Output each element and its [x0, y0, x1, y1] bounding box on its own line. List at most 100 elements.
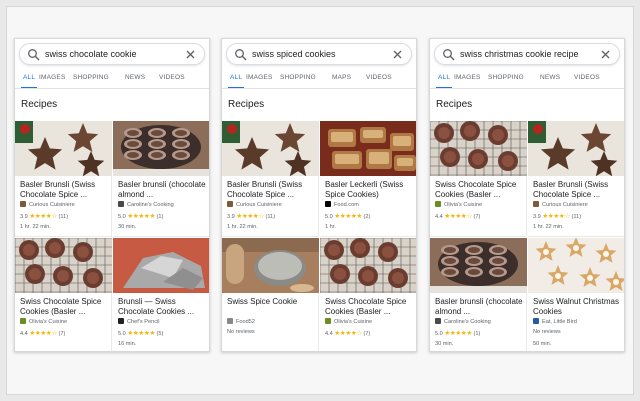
search-query[interactable]: swiss spiced cookies [252, 49, 336, 59]
review-count: (2) [363, 214, 371, 220]
close-icon[interactable] [598, 47, 613, 62]
recipe-title[interactable]: Basler brunsli (chocolate almond ... [118, 180, 208, 199]
recipe-card[interactable]: Basler Brunsli (Swiss Chocolate Spice ..… [222, 121, 319, 237]
source-name: Curious Cuisiniere [542, 202, 588, 208]
recipe-image-cookies-foil[interactable] [113, 238, 209, 293]
tab-shopping[interactable]: SHOPPING [488, 74, 524, 81]
source-name: Food52 [236, 319, 255, 325]
source-name: Olivia's Cuisine [334, 319, 373, 325]
recipe-card[interactable]: Swiss Spice Cookie Food52 No reviews [222, 238, 319, 351]
tab-videos[interactable]: VIDEOS [159, 74, 185, 81]
search-bar[interactable]: swiss chocolate cookie [19, 43, 205, 65]
recipe-image-brunsli-star-cookies[interactable] [528, 121, 624, 176]
recipe-card[interactable]: Basler Brunsli (Swiss Chocolate Spice ..… [528, 121, 624, 237]
source-favicon-icon [118, 201, 124, 207]
recipe-image-brunsli-cooling-rack[interactable] [15, 238, 112, 293]
recipe-rating: 3.9 ★★★★☆ (11) [227, 212, 275, 220]
recipe-title[interactable]: Swiss Spice Cookie [227, 297, 317, 316]
recipe-image-brunsli-cooling-rack[interactable] [430, 121, 527, 176]
recipe-title[interactable]: Basler Leckerli (Swiss Spice Cookies) [325, 180, 415, 199]
no-reviews-text: No reviews [227, 329, 255, 335]
recipe-title[interactable]: Basler Brunsli (Swiss Chocolate Spice ..… [227, 180, 317, 199]
recipe-card[interactable]: Swiss Chocolate Spice Cookies (Basler ..… [15, 238, 112, 351]
recipe-card[interactable]: Swiss Walnut Christmas Cookies Eat, Litt… [528, 238, 624, 351]
source-favicon-icon [118, 318, 124, 324]
rating-value: 5.0 [118, 331, 126, 337]
tab-shopping[interactable]: SHOPPING [73, 74, 109, 81]
recipes-heading: Recipes [21, 99, 58, 110]
phone-search-result: swiss chocolate cookie ALL IMAGES SHOPPING… [14, 38, 210, 352]
recipe-image-leckerli-pieces[interactable] [320, 121, 416, 176]
source-name: Eat, Little Bird [542, 319, 577, 325]
recipe-image-walnut-star-cookies[interactable] [528, 238, 624, 293]
recipe-rating: 3.9 ★★★★☆ (11) [20, 212, 68, 220]
recipe-grid: Basler Brunsli (Swiss Chocolate Spice ..… [15, 121, 209, 351]
tab-videos[interactable]: VIDEOS [574, 74, 600, 81]
recipe-image-cookie-tin[interactable] [222, 238, 319, 293]
cook-time: 50 min. [533, 341, 552, 347]
tab-images[interactable]: IMAGES [246, 74, 272, 81]
recipe-title[interactable]: Swiss Chocolate Spice Cookies (Basler ..… [435, 180, 525, 199]
review-count: (11) [58, 214, 69, 220]
recipe-image-brunsli-star-cookies[interactable] [15, 121, 112, 176]
recipe-title[interactable]: Basler brunsli (chocolate almond ... [435, 297, 525, 316]
tab-news[interactable]: NEWS [125, 74, 145, 81]
rating-value: 4.4 [435, 214, 443, 220]
rating-value: 4.4 [325, 331, 333, 337]
recipe-title[interactable]: Swiss Chocolate Spice Cookies (Basler ..… [325, 297, 415, 316]
recipe-card[interactable]: Brunsli — Swiss Chocolate Cookies ... Ch… [113, 238, 209, 351]
recipe-image-brunsli-plate[interactable] [113, 121, 209, 176]
source-name: Curious Cuisiniere [236, 202, 282, 208]
source-favicon-icon [533, 201, 539, 207]
recipe-card[interactable]: Basler brunsli (chocolate almond ... Car… [113, 121, 209, 237]
recipe-image-brunsli-star-cookies[interactable] [222, 121, 319, 176]
tab-videos[interactable]: VIDEOS [366, 74, 392, 81]
review-count: (11) [265, 214, 276, 220]
recipe-title[interactable]: Brunsli — Swiss Chocolate Cookies ... [118, 297, 208, 316]
review-count: (1) [156, 214, 164, 220]
tab-all[interactable]: ALL [438, 74, 450, 81]
tab-all[interactable]: ALL [23, 74, 35, 81]
recipe-title[interactable]: Basler Brunsli (Swiss Chocolate Spice ..… [20, 180, 110, 199]
recipe-source: Chef's Pencil [118, 318, 208, 328]
recipe-source: Curious Cuisiniere [227, 201, 317, 211]
recipe-card[interactable]: Basler Leckerli (Swiss Spice Cookies) Fo… [320, 121, 416, 237]
rating-value: 4.4 [20, 331, 28, 337]
recipe-card[interactable]: Basler Brunsli (Swiss Chocolate Spice ..… [15, 121, 112, 237]
source-name: Curious Cuisiniere [29, 202, 75, 208]
tab-images[interactable]: IMAGES [39, 74, 65, 81]
recipe-title[interactable]: Basler Brunsli (Swiss Chocolate Spice ..… [533, 180, 623, 199]
tab-news[interactable]: NEWS [540, 74, 560, 81]
source-favicon-icon [20, 318, 26, 324]
search-icon [28, 49, 40, 61]
review-count: (7) [363, 331, 371, 337]
search-bar[interactable]: swiss christmas cookie recipe [434, 43, 620, 65]
star-rating-icon: ★★★★★ [334, 213, 362, 220]
tab-all[interactable]: ALL [230, 74, 242, 81]
recipe-card[interactable]: Swiss Chocolate Spice Cookies (Basler ..… [430, 121, 527, 237]
search-bar[interactable]: swiss spiced cookies [226, 43, 412, 65]
search-query[interactable]: swiss chocolate cookie [45, 49, 137, 59]
rating-value: 5.0 [435, 331, 443, 337]
tab-shopping[interactable]: SHOPPING [280, 74, 316, 81]
recipe-card[interactable]: Swiss Chocolate Spice Cookies (Basler ..… [320, 238, 416, 351]
cook-time: 30 min. [435, 341, 454, 347]
recipe-image-brunsli-plate[interactable] [430, 238, 527, 293]
source-name: Olivia's Cuisine [29, 319, 68, 325]
star-rating-icon: ★★★★☆ [29, 213, 57, 220]
search-tabs: ALL IMAGES SHOPPING NEWS VIDEOS [15, 69, 209, 89]
search-icon [443, 49, 455, 61]
recipe-card[interactable]: Basler brunsli (chocolate almond ... Car… [430, 238, 527, 351]
cook-time: 1 hr. 22 min. [20, 224, 51, 230]
recipe-grid: Basler Brunsli (Swiss Chocolate Spice ..… [222, 121, 416, 351]
recipe-title[interactable]: Swiss Chocolate Spice Cookies (Basler ..… [20, 297, 110, 316]
close-icon[interactable] [183, 47, 198, 62]
recipe-title[interactable]: Swiss Walnut Christmas Cookies [533, 297, 623, 316]
review-count: (5) [156, 331, 164, 337]
recipe-image-brunsli-cooling-rack[interactable] [320, 238, 416, 293]
tab-images[interactable]: IMAGES [454, 74, 480, 81]
tab-maps[interactable]: MAPS [332, 74, 351, 81]
review-count: (7) [473, 214, 481, 220]
search-query[interactable]: swiss christmas cookie recipe [460, 49, 579, 59]
close-icon[interactable] [390, 47, 405, 62]
